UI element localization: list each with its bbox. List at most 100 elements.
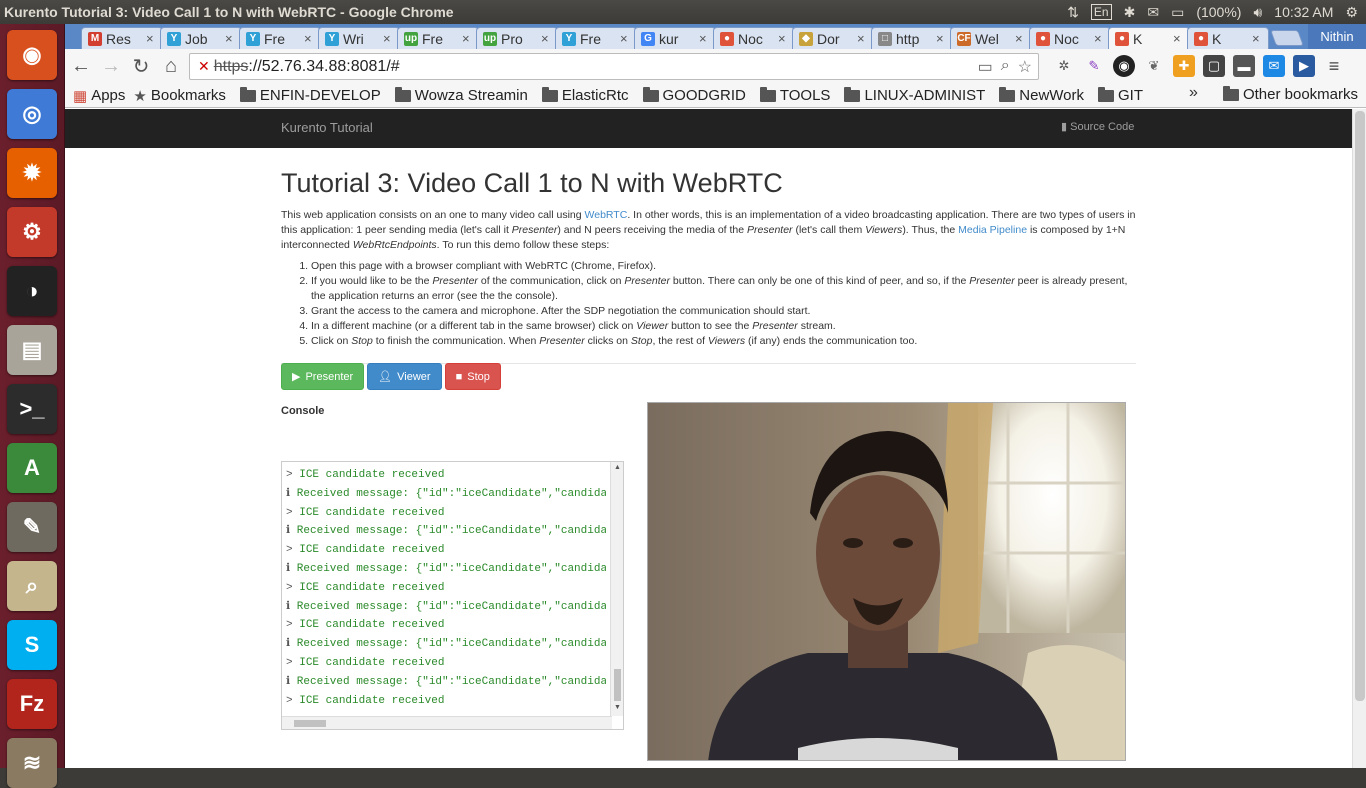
bookmark-folder[interactable]: Wowza Streamin bbox=[394, 86, 528, 104]
tab-close-icon[interactable]: × bbox=[936, 31, 948, 46]
browser-tab[interactable]: ● K × bbox=[1108, 27, 1190, 49]
clock[interactable]: 10:32 AM bbox=[1274, 4, 1333, 20]
leaf-extension-icon[interactable]: ❦ bbox=[1143, 55, 1165, 77]
tab-close-icon[interactable]: × bbox=[146, 31, 158, 46]
media-extension-icon[interactable]: ▶ bbox=[1293, 55, 1315, 77]
address-bar[interactable]: ✕ https://52.76.34.88:8081/# ▭ ⌕ ☆ bbox=[189, 53, 1039, 80]
launcher-skype-icon[interactable]: S bbox=[7, 620, 57, 670]
forward-icon[interactable]: → bbox=[97, 53, 125, 81]
bookmark-folder[interactable]: NewWork bbox=[999, 86, 1084, 104]
launcher-files-icon[interactable]: ▤ bbox=[7, 325, 57, 375]
tab-close-icon[interactable]: × bbox=[462, 31, 474, 46]
menu-icon[interactable]: ≡ bbox=[1323, 55, 1345, 77]
tab-close-icon[interactable]: × bbox=[1094, 31, 1106, 46]
tab-close-icon[interactable]: × bbox=[304, 31, 316, 46]
bookmark-star-icon[interactable]: ☆ bbox=[1018, 57, 1032, 77]
bug-extension-icon[interactable]: ✲ bbox=[1053, 55, 1075, 77]
bookmark-folder[interactable]: ENFIN-DEVELOP bbox=[239, 86, 381, 104]
bluetooth-icon[interactable]: ✱ bbox=[1124, 4, 1136, 21]
bookmark-apps[interactable]: ▦ Apps bbox=[73, 87, 125, 105]
console-scroll-thumb[interactable] bbox=[614, 669, 621, 701]
page-scrollbar[interactable] bbox=[1352, 109, 1366, 768]
zoom-icon[interactable]: ⌕ bbox=[1001, 57, 1010, 77]
scroll-up-icon[interactable]: ▲ bbox=[614, 464, 621, 471]
tab-close-icon[interactable]: × bbox=[1173, 31, 1185, 46]
browser-tab[interactable]: up Pro × bbox=[476, 27, 558, 49]
browser-tab[interactable]: M Res × bbox=[81, 27, 163, 49]
tab-close-icon[interactable]: × bbox=[857, 31, 869, 46]
browser-tab[interactable]: ● Noc × bbox=[1029, 27, 1111, 49]
browser-tab[interactable]: ● K × bbox=[1187, 27, 1269, 49]
launcher-ubuntu-dash-icon[interactable]: ◉ bbox=[7, 30, 57, 80]
color-extension-icon[interactable]: ◉ bbox=[1113, 55, 1135, 77]
site-brand[interactable]: Kurento Tutorial bbox=[281, 120, 373, 135]
network-icon[interactable]: ⇅ bbox=[1067, 4, 1079, 21]
bookmark-folder[interactable]: ElasticRtc bbox=[541, 86, 629, 104]
messenger-extension-icon[interactable]: ✉ bbox=[1263, 55, 1285, 77]
stop-button[interactable]: ■ Stop bbox=[444, 363, 501, 390]
profile-button[interactable]: Nithin bbox=[1308, 24, 1366, 49]
other-bookmarks[interactable]: Other bookmarks bbox=[1222, 85, 1358, 103]
launcher-gimp-icon[interactable]: ✎ bbox=[7, 502, 57, 552]
launcher-terminal-icon[interactable]: >_ bbox=[7, 384, 57, 434]
launcher-inkscape-icon[interactable]: ◑ bbox=[7, 266, 57, 316]
tab-close-icon[interactable]: × bbox=[778, 31, 790, 46]
launcher-system-settings-icon[interactable]: ⚙ bbox=[7, 207, 57, 257]
insecure-lock-icon[interactable]: ✕ bbox=[198, 58, 210, 75]
gear-icon[interactable]: ⚙ bbox=[1345, 4, 1358, 21]
mail-icon[interactable]: ✉ bbox=[1147, 4, 1159, 21]
bookmark-folder[interactable]: LINUX-ADMINIST bbox=[844, 86, 985, 104]
browser-tab[interactable]: Gkur × bbox=[634, 27, 716, 49]
tab-close-icon[interactable]: × bbox=[699, 31, 711, 46]
battery-icon[interactable]: ▭ bbox=[1171, 4, 1184, 21]
browser-tab[interactable]: □ http × bbox=[871, 27, 953, 49]
tab-close-icon[interactable]: × bbox=[383, 31, 395, 46]
scroll-down-icon[interactable]: ▼ bbox=[614, 704, 621, 711]
new-tab-button[interactable] bbox=[1270, 30, 1304, 46]
browser-tab[interactable]: up Fre × bbox=[397, 27, 479, 49]
console-hscroll-thumb[interactable] bbox=[294, 720, 326, 727]
launcher-software-center-icon[interactable]: A bbox=[7, 443, 57, 493]
puzzle-extension-icon[interactable]: ✚ bbox=[1173, 55, 1195, 77]
launcher-image-viewer-icon[interactable]: ⌕ bbox=[7, 561, 57, 611]
page-scroll-thumb[interactable] bbox=[1355, 111, 1365, 701]
browser-tab[interactable]: Y Fre × bbox=[239, 27, 321, 49]
browser-tab[interactable]: ● Noc × bbox=[713, 27, 795, 49]
camera-blocked-icon[interactable]: ▭ bbox=[978, 57, 993, 77]
home-icon[interactable]: ⌂ bbox=[157, 53, 185, 81]
tab-close-icon[interactable]: × bbox=[1252, 31, 1264, 46]
bookmark-bookmarks[interactable]: ★ Bookmarks bbox=[133, 87, 225, 105]
reload-icon[interactable]: ↻ bbox=[127, 53, 155, 81]
bookmark-folder[interactable]: GOODGRID bbox=[642, 86, 746, 104]
console-horizontal-scrollbar[interactable] bbox=[282, 716, 612, 729]
screen-extension-icon[interactable]: ▬ bbox=[1233, 55, 1255, 77]
presenter-button[interactable]: ▶ Presenter bbox=[281, 363, 365, 390]
tab-close-icon[interactable]: × bbox=[1015, 31, 1027, 46]
feather-extension-icon[interactable]: ✎ bbox=[1083, 55, 1105, 77]
viewer-button[interactable]: 👤︎ Viewer bbox=[367, 363, 442, 390]
square-extension-icon[interactable]: ▢ bbox=[1203, 55, 1225, 77]
tab-close-icon[interactable]: × bbox=[620, 31, 632, 46]
launcher-chrome-icon[interactable]: ◎ bbox=[7, 89, 57, 139]
browser-tab[interactable]: CF Wel × bbox=[950, 27, 1032, 49]
browser-tab[interactable]: Y Job × bbox=[160, 27, 242, 49]
console-panel[interactable]: > ICE candidate received ℹ Received messa… bbox=[281, 461, 624, 730]
url-text[interactable]: https://52.76.34.88:8081/# bbox=[214, 58, 400, 76]
bookmark-folder[interactable]: GIT bbox=[1098, 86, 1143, 104]
volume-icon[interactable]: 🔊︎ bbox=[1253, 4, 1262, 21]
bookmarks-overflow-icon[interactable]: » bbox=[1189, 84, 1198, 102]
media-pipeline-link[interactable]: Media Pipeline bbox=[958, 224, 1027, 236]
webrtc-link[interactable]: WebRTC bbox=[585, 209, 628, 221]
bookmark-folder[interactable]: TOOLS bbox=[759, 86, 830, 104]
launcher-stack-app-icon[interactable]: ≋ bbox=[7, 738, 57, 788]
browser-tab[interactable]: Y Wri × bbox=[318, 27, 400, 49]
keyboard-indicator[interactable]: En bbox=[1090, 4, 1112, 20]
back-icon[interactable]: ← bbox=[67, 53, 95, 81]
tab-close-icon[interactable]: × bbox=[541, 31, 553, 46]
console-vertical-scrollbar[interactable]: ▲ ▼ bbox=[610, 462, 623, 716]
browser-tab[interactable]: Y Fre × bbox=[555, 27, 637, 49]
launcher-firefox-icon[interactable]: ✹ bbox=[7, 148, 57, 198]
source-code-link[interactable]: ▮ Source Code bbox=[1061, 120, 1134, 133]
tab-close-icon[interactable]: × bbox=[225, 31, 237, 46]
browser-tab[interactable]: ◆ Dor × bbox=[792, 27, 874, 49]
